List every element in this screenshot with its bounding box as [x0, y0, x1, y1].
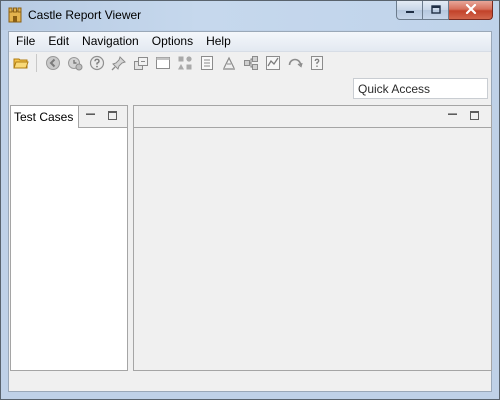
list-icon — [199, 55, 215, 71]
help-button[interactable] — [307, 53, 327, 73]
menu-file[interactable]: File — [9, 32, 41, 51]
view-maximize-icon[interactable] — [107, 110, 118, 121]
tab-test-cases[interactable]: Test Cases — [11, 106, 80, 128]
toolbar — [9, 52, 491, 74]
refresh-button[interactable] — [285, 53, 305, 73]
open-button[interactable] — [11, 53, 31, 73]
history-button[interactable] — [65, 53, 85, 73]
editor-view-header — [134, 106, 491, 128]
minimize-icon — [405, 3, 415, 17]
list-button[interactable] — [197, 53, 217, 73]
toolbar-separator — [36, 54, 37, 72]
close-button[interactable] — [449, 1, 493, 20]
export-button[interactable] — [131, 53, 151, 73]
view-minimize-icon[interactable] — [85, 110, 96, 121]
info-button[interactable] — [87, 53, 107, 73]
test-cases-view-header: Test Cases — [11, 106, 127, 128]
menu-options[interactable]: Options — [145, 32, 199, 51]
pin-button[interactable] — [109, 53, 129, 73]
graph-button[interactable] — [219, 53, 239, 73]
client-area: File Edit Navigation Options Help Quick … — [8, 31, 492, 392]
back-icon — [45, 55, 61, 71]
flow-button[interactable] — [241, 53, 261, 73]
title-bar[interactable]: Castle Report Viewer — [1, 1, 499, 30]
quick-access-input[interactable] — [353, 78, 488, 99]
tab-test-cases-label: Test Cases — [14, 110, 74, 124]
menu-help[interactable]: Help — [199, 32, 237, 51]
open-folder-icon — [13, 56, 29, 70]
shapes-button[interactable] — [175, 53, 195, 73]
window-controls — [396, 1, 493, 21]
window-button[interactable] — [153, 53, 173, 73]
chart-button[interactable] — [263, 53, 283, 73]
pin-icon — [111, 55, 127, 71]
question-icon — [89, 55, 105, 71]
window-icon — [155, 55, 171, 71]
status-bar — [9, 373, 491, 391]
test-cases-view: Test Cases — [10, 105, 128, 371]
window-title: Castle Report Viewer — [28, 8, 142, 22]
maximize-icon — [430, 3, 441, 17]
maximize-button[interactable] — [423, 1, 449, 20]
menu-edit[interactable]: Edit — [41, 32, 75, 51]
chart-icon — [265, 55, 281, 71]
back-button[interactable] — [43, 53, 63, 73]
help-icon — [309, 55, 325, 71]
castle-app-icon — [8, 7, 22, 23]
flow-icon — [243, 55, 259, 71]
editor-view — [133, 105, 492, 371]
history-icon — [67, 55, 83, 71]
editor-area[interactable] — [134, 128, 491, 370]
menu-navigation[interactable]: Navigation — [75, 32, 145, 51]
editor-maximize-icon[interactable] — [469, 110, 480, 121]
close-icon — [465, 3, 477, 17]
menu-bar: File Edit Navigation Options Help — [9, 32, 491, 52]
shapes-icon — [177, 55, 193, 71]
refresh-icon — [287, 55, 303, 71]
graph-icon — [221, 55, 237, 71]
test-cases-tree[interactable] — [11, 128, 127, 370]
minimize-button[interactable] — [396, 1, 423, 20]
export-icon — [133, 55, 149, 71]
editor-minimize-icon[interactable] — [447, 110, 458, 121]
app-window: Castle Report Viewer File Edit Navigatio… — [0, 0, 500, 400]
